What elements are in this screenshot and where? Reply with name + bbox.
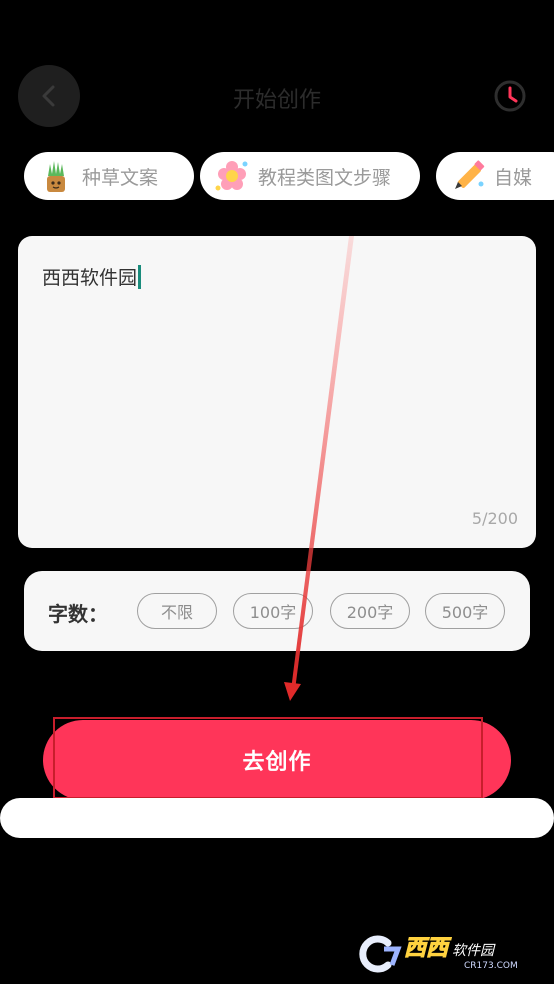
flower-icon [215, 161, 248, 191]
potted-plant-icon [47, 161, 65, 192]
word-count-panel: 字数： 不限 100字 200字 500字 [24, 571, 530, 651]
character-counter: 5/200 [471, 509, 518, 528]
word-count-option-100[interactable]: 100字 [233, 593, 313, 629]
watermark: 西西 软件园 CR173.COM [354, 934, 534, 974]
create-button[interactable]: 去创作 [43, 720, 511, 800]
content-editor[interactable]: 西西软件园 5/200 [18, 236, 536, 548]
chip-self-media[interactable]: 自媒 [436, 152, 554, 200]
chip-grass-copy[interactable]: 种草文案 [24, 152, 194, 200]
word-count-option-unlimited[interactable]: 不限 [137, 593, 217, 629]
bottom-white-bar [0, 798, 554, 838]
pencil-icon [455, 160, 485, 189]
chip-tutorial-steps[interactable]: 教程类图文步骤 [200, 152, 420, 200]
word-count-option-200[interactable]: 200字 [330, 593, 410, 629]
chip-label: 种草文案 [82, 166, 159, 189]
word-count-option-500[interactable]: 500字 [425, 593, 505, 629]
history-button[interactable] [492, 78, 528, 114]
clock-icon [494, 80, 526, 112]
text-caret [138, 264, 142, 289]
cr-logo-icon [359, 935, 402, 973]
watermark-domain: CR173.COM [464, 960, 518, 971]
template-chips: 种草文案 教程类图文步骤 自媒 [0, 152, 554, 202]
word-count-label: 字数： [48, 602, 108, 626]
chip-label: 自媒 [494, 166, 533, 189]
page-title: 开始创作 [232, 88, 321, 113]
watermark-name: 软件园 [452, 942, 495, 959]
watermark-brand: 西西 [403, 935, 449, 961]
editor-text[interactable]: 西西软件园 [42, 263, 142, 290]
chip-label: 教程类图文步骤 [258, 166, 392, 189]
editor-value: 西西软件园 [42, 267, 138, 289]
